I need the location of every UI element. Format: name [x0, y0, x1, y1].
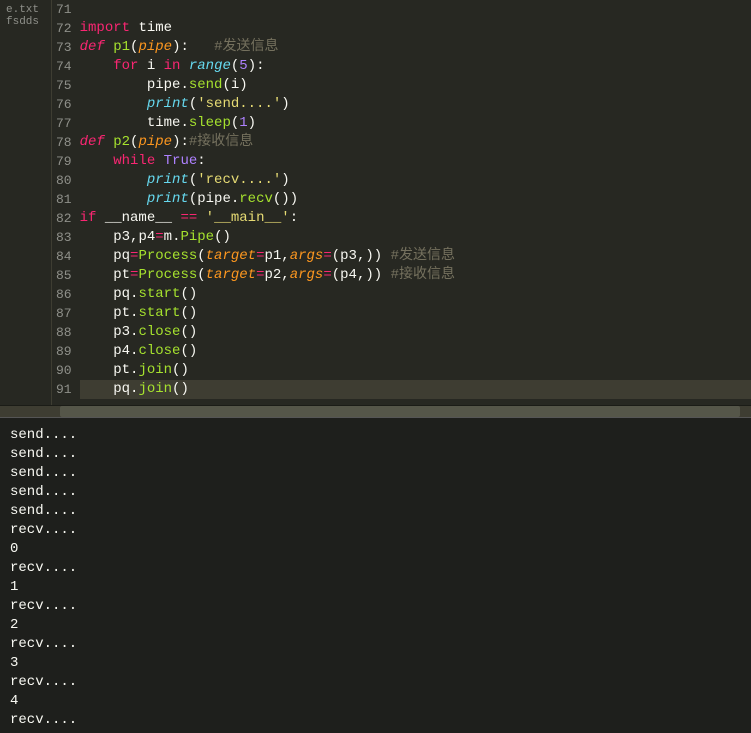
- line-number: 88: [56, 323, 72, 342]
- code-line[interactable]: def p1(pipe): #发送信息: [80, 38, 751, 57]
- code-line[interactable]: def p2(pipe):#接收信息: [80, 133, 751, 152]
- code-editor[interactable]: import timedef p1(pipe): #发送信息 for i in …: [80, 0, 751, 405]
- code-line[interactable]: pt=Process(target=p2,args=(p4,)) #接收信息: [80, 266, 751, 285]
- code-line[interactable]: p3.close(): [80, 323, 751, 342]
- horizontal-scrollbar[interactable]: [0, 405, 751, 417]
- line-number: 90: [56, 361, 72, 380]
- line-number: 86: [56, 285, 72, 304]
- code-line[interactable]: print('send....'): [80, 95, 751, 114]
- code-line[interactable]: pq.start(): [80, 285, 751, 304]
- code-line[interactable]: p4.close(): [80, 342, 751, 361]
- line-number: 76: [56, 95, 72, 114]
- code-line[interactable]: pt.join(): [80, 361, 751, 380]
- code-line[interactable]: time.sleep(1): [80, 114, 751, 133]
- output-console[interactable]: send.... send.... send.... send.... send…: [0, 417, 751, 733]
- line-number-gutter: 7172737475767778798081828384858687888990…: [52, 0, 80, 405]
- line-number: 84: [56, 247, 72, 266]
- code-line[interactable]: print('recv....'): [80, 171, 751, 190]
- code-line[interactable]: pipe.send(i): [80, 76, 751, 95]
- line-number: 77: [56, 114, 72, 133]
- line-number: 75: [56, 76, 72, 95]
- line-number: 81: [56, 190, 72, 209]
- code-line[interactable]: for i in range(5):: [80, 57, 751, 76]
- line-number: 82: [56, 209, 72, 228]
- line-number: 79: [56, 152, 72, 171]
- line-number: 78: [56, 133, 72, 152]
- line-number: 85: [56, 266, 72, 285]
- code-line[interactable]: print(pipe.recv()): [80, 190, 751, 209]
- line-number: 72: [56, 19, 72, 38]
- code-line[interactable]: import time: [80, 19, 751, 38]
- line-number: 89: [56, 342, 72, 361]
- editor-pane: e.txt fsdds 7172737475767778798081828384…: [0, 0, 751, 405]
- file-tree-item[interactable]: e.txt: [6, 4, 45, 16]
- line-number: 83: [56, 228, 72, 247]
- line-number: 87: [56, 304, 72, 323]
- line-number: 74: [56, 57, 72, 76]
- file-tree-item[interactable]: fsdds: [6, 16, 45, 28]
- code-line[interactable]: pt.start(): [80, 304, 751, 323]
- scrollbar-thumb[interactable]: [60, 406, 740, 417]
- line-number: 91: [56, 380, 72, 399]
- line-number: 73: [56, 38, 72, 57]
- code-line[interactable]: pq.join(): [80, 380, 751, 399]
- code-line[interactable]: while True:: [80, 152, 751, 171]
- code-line[interactable]: if __name__ == '__main__':: [80, 209, 751, 228]
- file-tree[interactable]: e.txt fsdds: [0, 0, 52, 405]
- line-number: 80: [56, 171, 72, 190]
- code-line[interactable]: p3,p4=m.Pipe(): [80, 228, 751, 247]
- code-line[interactable]: pq=Process(target=p1,args=(p3,)) #发送信息: [80, 247, 751, 266]
